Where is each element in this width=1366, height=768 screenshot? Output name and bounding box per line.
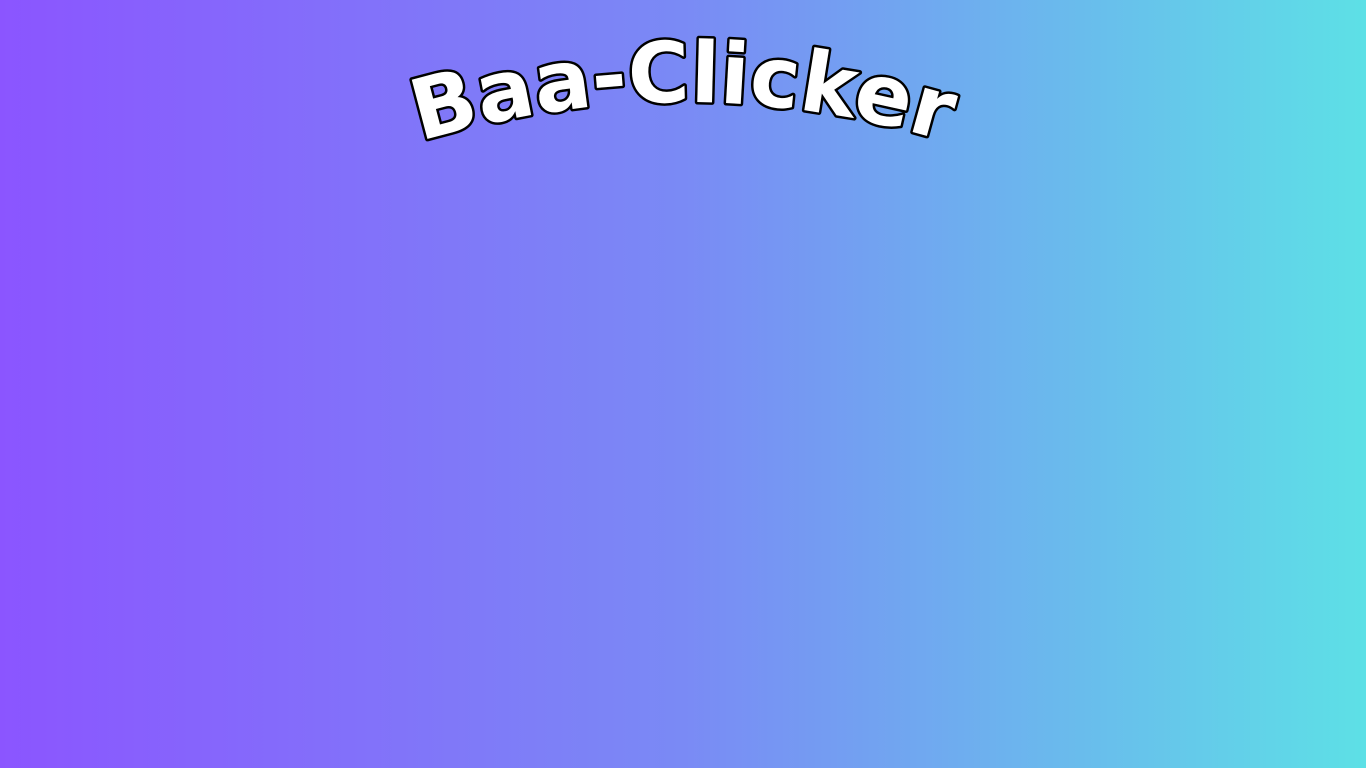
game-title-arc: Baa-Clicker <box>398 21 970 163</box>
game-title-banner: Baa-Clicker <box>0 21 1366 174</box>
game-title-text: Baa-Clicker <box>398 21 970 163</box>
game-title: Baa-Clicker <box>400 24 967 161</box>
